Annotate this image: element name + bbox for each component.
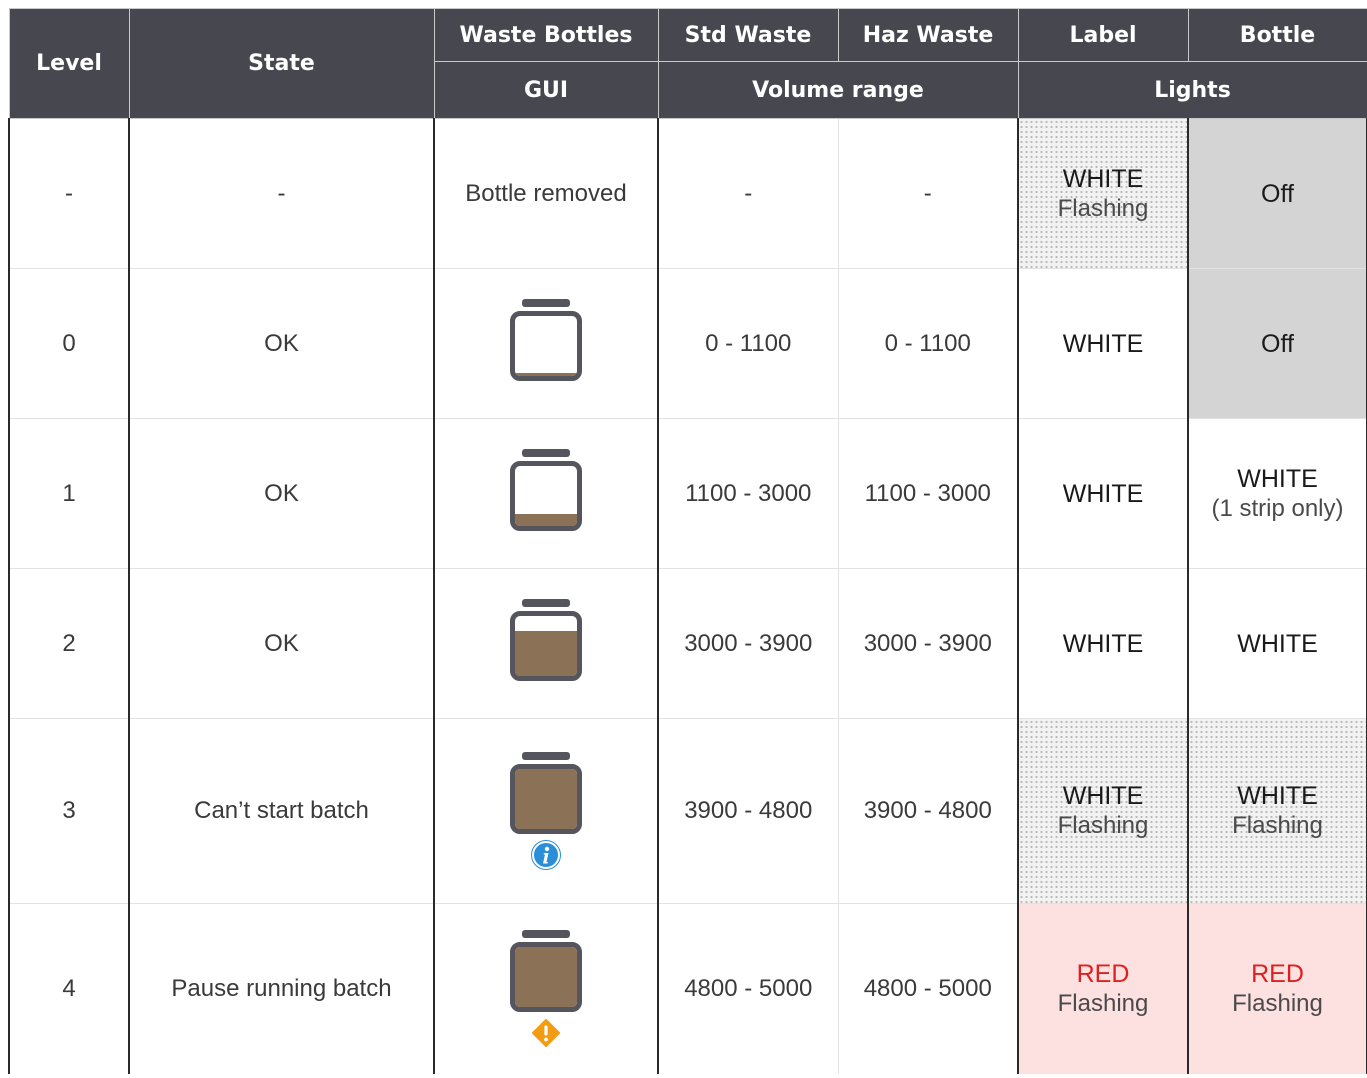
table-row: 1 OK 1100 - 3000 1100 - 3000 WHITE WHITE… bbox=[8, 418, 1367, 569]
bottle-light-color: WHITE bbox=[1237, 629, 1318, 658]
level-cell: 4 bbox=[8, 903, 130, 1074]
state-cell: OK bbox=[128, 568, 435, 719]
std-waste-cell: 4800 - 5000 bbox=[657, 903, 839, 1074]
table-row: 2 OK 3000 - 3900 3000 - 3900 WHITE WHITE bbox=[8, 568, 1367, 719]
bottle-light-color: RED bbox=[1251, 960, 1304, 988]
col-label-header: Label bbox=[1017, 8, 1189, 62]
waste-bottle-icon bbox=[507, 930, 585, 1048]
label-light-color: RED bbox=[1076, 960, 1130, 988]
col-waste-bottles-header: Waste Bottles bbox=[433, 8, 659, 62]
bottle-light-color: Off bbox=[1261, 179, 1294, 208]
haz-waste-cell: 1100 - 3000 bbox=[837, 418, 1019, 569]
waste-bottle-icon bbox=[507, 599, 585, 681]
waste-bottle-icon bbox=[507, 449, 585, 531]
label-light-cell: WHITE Flashing bbox=[1017, 718, 1189, 904]
header-row-1: Level State Waste Bottles Std Waste Haz … bbox=[8, 8, 1367, 119]
haz-waste-cell: 4800 - 5000 bbox=[837, 903, 1019, 1074]
table-row: - - Bottle removed - - WHITE Flashing Of… bbox=[8, 118, 1367, 269]
gui-cell bbox=[433, 568, 659, 719]
table-row: 4 Pause running batch 4800 - 5000 4800 -… bbox=[8, 903, 1367, 1074]
bottle-light-cell: WHITE (1 strip only) bbox=[1187, 418, 1367, 569]
bottle-light-cell: WHITE bbox=[1187, 568, 1367, 719]
level-cell: 0 bbox=[8, 268, 130, 419]
table-row: 0 OK 0 - 1100 0 - 1100 WHITE Off bbox=[8, 268, 1367, 419]
level-cell: - bbox=[8, 118, 130, 269]
label-light-color: WHITE bbox=[1062, 629, 1144, 658]
label-light-mode: Flashing bbox=[1057, 194, 1149, 222]
std-waste-cell: 3000 - 3900 bbox=[657, 568, 839, 719]
haz-waste-cell: 0 - 1100 bbox=[837, 268, 1019, 419]
state-cell: OK bbox=[128, 268, 435, 419]
label-light-color: WHITE bbox=[1062, 479, 1144, 508]
col-level-header: Level bbox=[8, 8, 130, 119]
state-cell: OK bbox=[128, 418, 435, 569]
haz-waste-cell: 3900 - 4800 bbox=[837, 718, 1019, 904]
level-cell: 1 bbox=[8, 418, 130, 569]
label-light-color: WHITE bbox=[1062, 782, 1144, 810]
label-light-cell: WHITE bbox=[1017, 418, 1189, 569]
std-waste-cell: 1100 - 3000 bbox=[657, 418, 839, 569]
bottle-light-cell: WHITE Flashing bbox=[1187, 718, 1367, 904]
bottle-light-mode: (1 strip only) bbox=[1211, 494, 1344, 522]
gui-cell bbox=[433, 903, 659, 1074]
table-row: 3 Can’t start batch 3900 - 4800 3900 - 4… bbox=[8, 718, 1367, 904]
bottle-light-cell: Off bbox=[1187, 118, 1367, 269]
gui-cell: Bottle removed bbox=[433, 118, 659, 269]
state-cell: Pause running batch bbox=[128, 903, 435, 1074]
bottle-light-cell: RED Flashing bbox=[1187, 903, 1367, 1074]
std-waste-cell: 0 - 1100 bbox=[657, 268, 839, 419]
waste-bottle-icon bbox=[507, 299, 585, 381]
waste-level-table: Level State Waste Bottles Std Waste Haz … bbox=[8, 8, 1367, 1074]
level-cell: 2 bbox=[8, 568, 130, 719]
label-light-cell: WHITE Flashing bbox=[1017, 118, 1189, 269]
label-light-mode: Flashing bbox=[1057, 990, 1149, 1017]
col-haz-waste-header: Haz Waste bbox=[837, 8, 1019, 62]
label-light-cell: WHITE bbox=[1017, 268, 1189, 419]
bottle-light-color: WHITE bbox=[1237, 464, 1318, 493]
state-cell: - bbox=[128, 118, 435, 269]
info-icon bbox=[531, 840, 561, 870]
waste-bottle-icon bbox=[507, 752, 585, 870]
label-light-mode: Flashing bbox=[1057, 812, 1149, 839]
label-light-cell: RED Flashing bbox=[1017, 903, 1189, 1074]
state-cell: Can’t start batch bbox=[128, 718, 435, 904]
col-state-header: State bbox=[128, 8, 435, 119]
label-light-color: WHITE bbox=[1062, 164, 1144, 193]
col-bottle-header: Bottle bbox=[1187, 8, 1367, 62]
label-light-cell: WHITE bbox=[1017, 568, 1189, 719]
lights-subheader: Lights bbox=[1017, 61, 1367, 119]
std-waste-cell: - bbox=[657, 118, 839, 269]
bottle-light-cell: Off bbox=[1187, 268, 1367, 419]
gui-subheader: GUI bbox=[433, 61, 659, 119]
bottle-light-mode: Flashing bbox=[1232, 812, 1323, 839]
bottle-light-mode: Flashing bbox=[1232, 990, 1323, 1017]
bottle-light-color: WHITE bbox=[1237, 782, 1318, 810]
gui-cell bbox=[433, 268, 659, 419]
gui-cell bbox=[433, 418, 659, 569]
volume-range-subheader: Volume range bbox=[657, 61, 1019, 119]
haz-waste-cell: - bbox=[837, 118, 1019, 269]
level-cell: 3 bbox=[8, 718, 130, 904]
label-light-color: WHITE bbox=[1062, 329, 1144, 358]
haz-waste-cell: 3000 - 3900 bbox=[837, 568, 1019, 719]
std-waste-cell: 3900 - 4800 bbox=[657, 718, 839, 904]
col-std-waste-header: Std Waste bbox=[657, 8, 839, 62]
gui-cell bbox=[433, 718, 659, 904]
warning-icon bbox=[532, 1019, 560, 1047]
bottle-light-color: Off bbox=[1261, 329, 1294, 358]
